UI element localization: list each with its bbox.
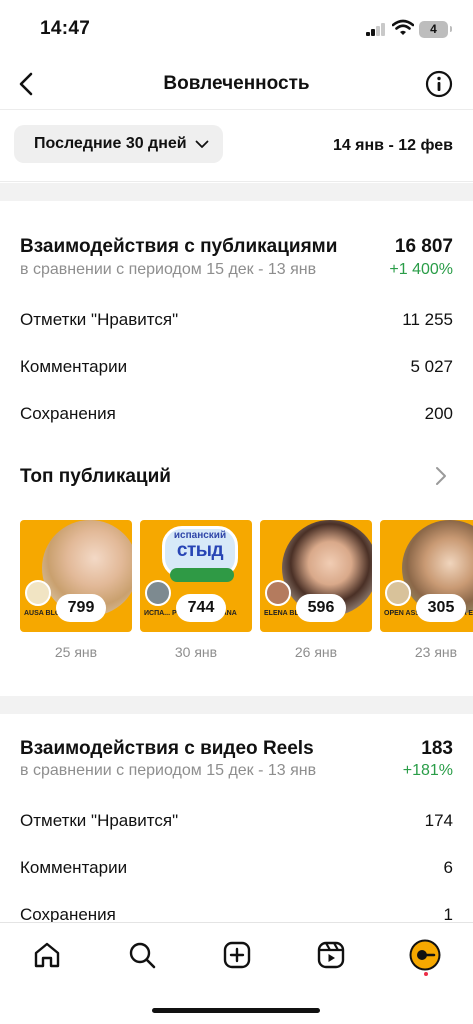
chevron-down-icon <box>195 140 209 148</box>
profile-icon <box>409 939 441 971</box>
sticker-decoration <box>170 568 234 582</box>
section-divider <box>0 696 473 714</box>
posts-compare-text: в сравнении с периодом 15 дек - 13 янв <box>20 261 317 278</box>
metric-value: 5 027 <box>410 357 453 376</box>
reels-interactions-total: 183 <box>421 738 453 759</box>
avatar <box>265 580 291 606</box>
top-post-card[interactable]: AUSA BLOGGER 799 25 янв <box>20 520 132 660</box>
nav-home[interactable] <box>29 937 65 973</box>
metric-value: 200 <box>424 404 453 423</box>
reels-icon <box>317 941 345 969</box>
nav-reels[interactable] <box>313 937 349 973</box>
metric-row-likes[interactable]: Отметки "Нравится" 11 255 <box>20 310 453 334</box>
reels-change-badge: +181% <box>402 762 453 779</box>
nav-create[interactable] <box>219 937 255 973</box>
avatar <box>25 580 51 606</box>
metric-row-comments[interactable]: Комментарии 5 027 <box>20 357 453 381</box>
top-post-card[interactable]: испанский стыд ИСПА... PODCAST ESPAÑA 74… <box>140 520 252 660</box>
metric-label: Сохранения <box>20 404 116 423</box>
metric-value: 6 <box>443 858 453 877</box>
cellular-signal-icon <box>366 23 386 36</box>
post-date: 30 янв <box>174 644 218 660</box>
post-date: 26 янв <box>294 644 338 660</box>
top-posts-carousel[interactable]: AUSA BLOGGER 799 25 янв испанский стыд И… <box>20 520 473 670</box>
avatar <box>385 580 411 606</box>
top-post-card[interactable]: ELENA BLOGGER 596 26 янв <box>260 520 372 660</box>
post-interaction-count: 305 <box>416 594 466 622</box>
status-time: 14:47 <box>40 18 91 39</box>
nav-search[interactable] <box>124 937 160 973</box>
metric-label: Комментарии <box>20 357 128 376</box>
metric-row-saves[interactable]: Сохранения 200 <box>20 404 453 428</box>
reels-metric-row-likes[interactable]: Отметки "Нравится" 174 <box>20 811 453 835</box>
posts-change-badge: +1 400% <box>389 261 453 278</box>
reels-metric-row-comments[interactable]: Комментарии 6 <box>20 858 453 882</box>
reels-metric-row-saves[interactable]: Сохранения 1 <box>20 905 453 922</box>
metric-value: 174 <box>424 811 453 830</box>
reels-compare-text: в сравнении с периодом 15 дек - 13 янв <box>20 762 317 779</box>
metric-label: Отметки "Нравится" <box>20 811 179 830</box>
post-interaction-count: 596 <box>296 594 346 622</box>
period-selector[interactable]: Последние 30 дней <box>14 125 223 163</box>
post-interaction-count: 744 <box>176 594 226 622</box>
post-thumbnail: AUSA BLOGGER 799 <box>20 520 132 632</box>
post-thumbnail: ELENA BLOGGER 596 <box>260 520 372 632</box>
status-bar: 14:47 4 <box>0 0 473 58</box>
period-label: Последние 30 дней <box>34 135 187 152</box>
metric-value: 11 255 <box>402 310 453 329</box>
reels-interactions-title: Взаимодействия с видео Reels <box>20 738 314 759</box>
date-range: 14 янв - 12 фев <box>332 137 453 154</box>
battery-icon: 4 <box>419 21 452 38</box>
post-interaction-count: 799 <box>56 594 106 622</box>
post-thumbnail: OPEN ASSOCIA... RUS A ESPAÑA 305 <box>380 520 473 632</box>
metric-label: Комментарии <box>20 858 128 877</box>
metric-value: 1 <box>443 905 453 922</box>
notification-dot <box>424 972 428 976</box>
info-icon <box>425 70 453 98</box>
page-title: Вовлеченность <box>163 73 310 94</box>
wifi-icon <box>392 19 414 35</box>
home-icon <box>34 942 60 968</box>
top-posts-title: Топ публикаций <box>20 466 171 487</box>
metric-label: Сохранения <box>20 905 116 922</box>
post-thumbnail: испанский стыд ИСПА... PODCAST ESPAÑA 74… <box>140 520 252 632</box>
create-icon <box>223 941 251 969</box>
info-button[interactable] <box>423 68 455 100</box>
home-indicator <box>152 1008 320 1013</box>
metric-label: Отметки "Нравится" <box>20 310 179 329</box>
posts-interactions-title: Взаимодействия с публикациями <box>20 236 338 257</box>
chevron-right-icon[interactable] <box>429 464 453 488</box>
post-date: 25 янв <box>54 644 98 660</box>
nav-profile[interactable] <box>407 937 443 973</box>
avatar <box>145 580 171 606</box>
post-date: 23 янв <box>414 644 458 660</box>
top-post-card[interactable]: OPEN ASSOCIA... RUS A ESPAÑA 305 23 янв <box>380 520 473 660</box>
posts-interactions-total: 16 807 <box>394 236 453 257</box>
sticker-text-main: стыд <box>176 540 224 561</box>
filter-row: Последние 30 дней 14 янв - 12 фев <box>0 110 473 182</box>
search-icon <box>129 942 156 969</box>
section-divider <box>0 183 473 201</box>
header: Вовлеченность <box>0 58 473 110</box>
